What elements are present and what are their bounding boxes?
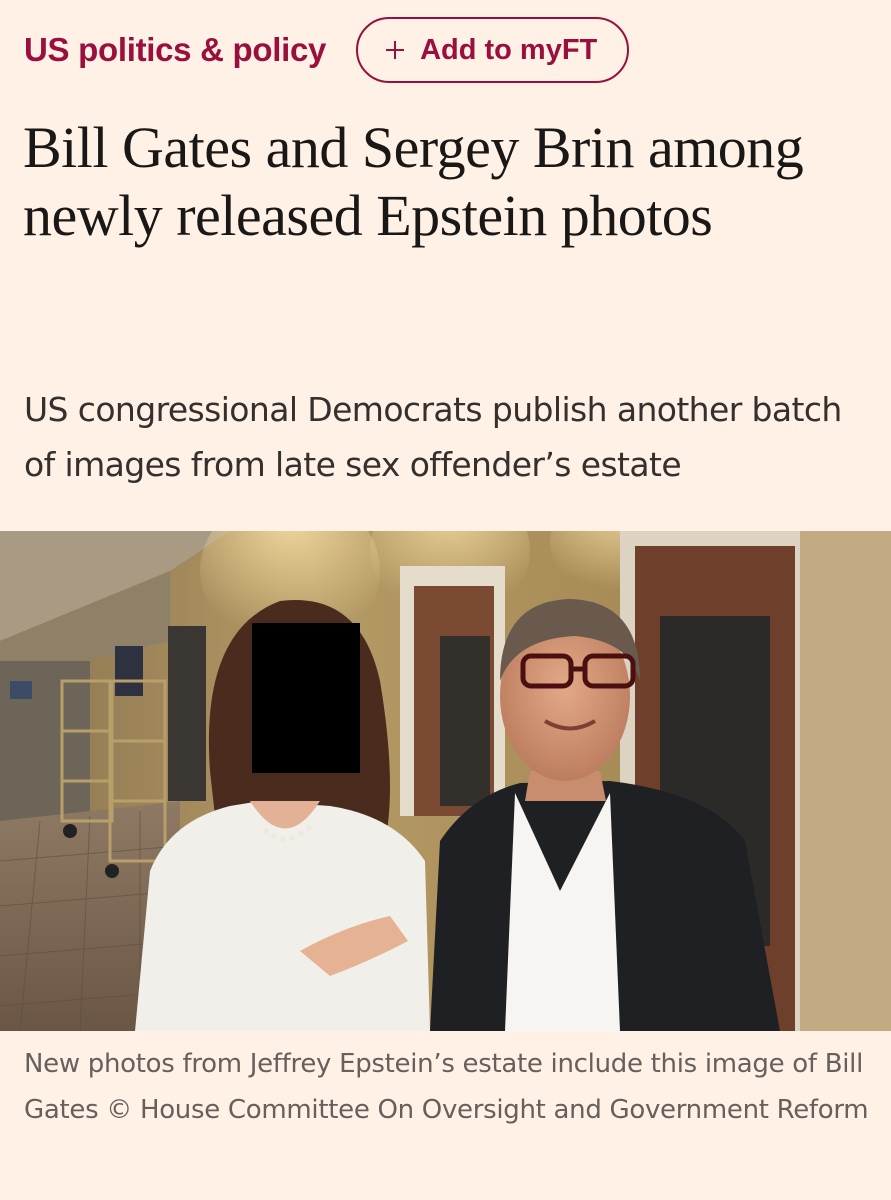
topbar: US politics & policy Add to myFT bbox=[24, 17, 630, 83]
section-link[interactable]: US politics & policy bbox=[24, 31, 326, 69]
headline: Bill Gates and Sergey Brin among newly r… bbox=[23, 115, 804, 248]
plus-icon bbox=[386, 41, 405, 59]
photo-caption: New photos from Jeffrey Epstein’s estate… bbox=[24, 1049, 869, 1125]
add-to-myft-label: Add to myFT bbox=[420, 33, 598, 66]
add-to-myft-button[interactable]: Add to myFT bbox=[356, 17, 630, 83]
article-photo bbox=[0, 531, 891, 1031]
standfirst: US congressional Democrats publish anoth… bbox=[24, 390, 842, 484]
